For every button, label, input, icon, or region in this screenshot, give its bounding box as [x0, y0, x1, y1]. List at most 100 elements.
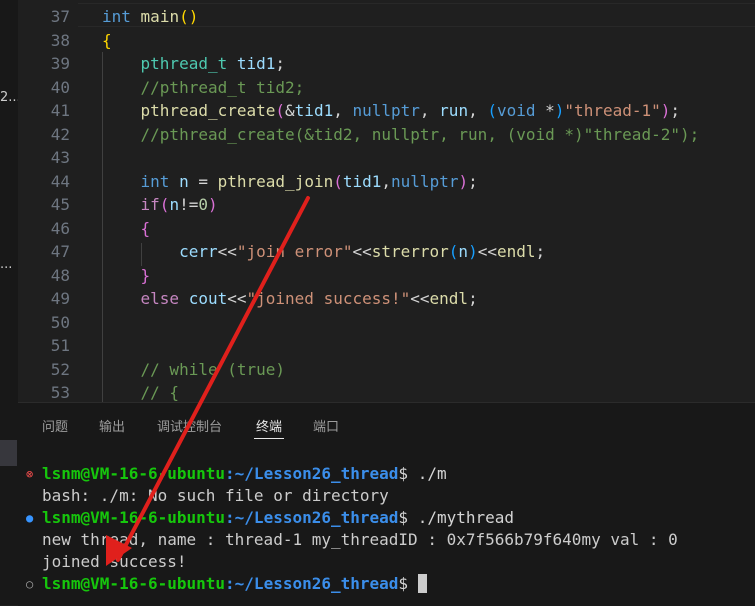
- code-token: ): [554, 101, 565, 120]
- code-line: 39 pthread_t tid1;: [18, 52, 755, 76]
- code-text: //pthread_t tid2;: [102, 76, 305, 100]
- code-token: (): [179, 7, 199, 26]
- code-line: 48 }: [18, 264, 755, 288]
- terminal-output-line: new thread, name : thread-1 my_threadID …: [42, 530, 678, 549]
- code-token: &: [285, 101, 295, 120]
- code-line: 45 if(n!=0): [18, 193, 755, 217]
- code-token: ): [458, 171, 469, 191]
- code-token: cerr: [179, 242, 218, 261]
- line-number: 47: [50, 242, 70, 261]
- code-token: int: [140, 171, 170, 191]
- code-line: 53 // {: [18, 381, 755, 402]
- code-token: ): [468, 242, 478, 261]
- code-token: ,: [333, 101, 353, 120]
- panel-tab[interactable]: 端口: [313, 416, 339, 435]
- code-text: pthread_t tid1;: [102, 52, 286, 76]
- terminal-prompt-line: lsnm@VM-16-6-ubuntu:~/Lesson26_thread$ .…: [42, 507, 514, 529]
- line-number: 46: [50, 218, 70, 238]
- code-token: // {: [140, 383, 180, 402]
- active-tab-indicator: [254, 438, 284, 439]
- code-token: ,: [419, 101, 440, 120]
- panel-tab[interactable]: 输出: [99, 416, 125, 435]
- code-token: (: [487, 101, 497, 120]
- idle-decoration-icon[interactable]: ○: [26, 573, 33, 595]
- code-token: "thread-1": [564, 101, 661, 120]
- success-decoration-icon[interactable]: ●: [26, 507, 33, 529]
- panel-tab[interactable]: 问题: [42, 416, 68, 435]
- line-number: 48: [50, 265, 70, 285]
- code-token: <<: [477, 242, 497, 261]
- code-text: else cout<<"joined success!"<<endl;: [102, 287, 478, 311]
- prompt-command: $ ./m: [398, 464, 447, 483]
- code-line: 51: [18, 334, 755, 358]
- code-line: 37 int main(): [18, 5, 755, 29]
- code-line: 42 //pthread_create(&tid2, nullptr, run,…: [18, 123, 755, 147]
- code-token: cout: [188, 289, 228, 308]
- terminal-prompt-line: lsnm@VM-16-6-ubuntu:~/Lesson26_thread$ .…: [42, 463, 447, 485]
- code-text: int main(): [102, 5, 198, 29]
- line-number: 43: [50, 148, 70, 167]
- code-token: !=: [179, 195, 199, 214]
- prompt-path: :~/Lesson26_thread: [225, 464, 399, 483]
- code-token: nullptr: [352, 101, 420, 120]
- code-token: ;: [535, 242, 546, 261]
- code-token: ;: [468, 289, 478, 308]
- code-line: 52 // while (true): [18, 358, 755, 382]
- code-token: <<: [227, 289, 247, 308]
- code-token: <<: [410, 289, 430, 308]
- code-token: tid1: [294, 101, 334, 120]
- code-token: n: [179, 171, 189, 191]
- code-token: {: [140, 218, 151, 238]
- line-number: 40: [50, 77, 70, 97]
- code-text: {: [102, 29, 112, 53]
- panel-tab[interactable]: 调试控制台: [157, 416, 222, 435]
- code-line: 47 cerr<<"join error"<<strerror(n)<<endl…: [18, 240, 755, 264]
- terminal-output-line: bash: ./m: No such file or directory: [42, 486, 389, 505]
- code-line: 46 {: [18, 217, 755, 241]
- code-text: //pthread_create(&tid2, nullptr, run, (v…: [102, 123, 700, 147]
- code-line: 40 //pthread_t tid2;: [18, 76, 755, 100]
- code-token: tid1: [342, 171, 382, 191]
- prompt-command: $ ./mythread: [398, 508, 515, 527]
- code-token: ;: [468, 171, 478, 191]
- code-token: int: [102, 7, 131, 26]
- panel-tab[interactable]: 终端: [256, 416, 282, 435]
- code-token: "joined success!": [246, 289, 411, 308]
- code-token: ): [207, 195, 218, 214]
- side-bar-strip: 2... ...: [0, 0, 21, 605]
- bottom-panel: 问题 输出 调试控制台 终端 端口 ⊗ lsnm@VM-16-6-ubuntu:~/Les…: [18, 402, 755, 606]
- code-editor[interactable]: 37 int main() 38 {39 pthread_t tid1; 40 //pt…: [18, 0, 755, 402]
- code-text: {: [102, 217, 151, 241]
- code-token: <<: [217, 242, 237, 261]
- prompt-user: lsnm@VM-16-6-ubuntu: [42, 464, 226, 483]
- code-token: n: [458, 242, 469, 261]
- code-token: if: [140, 195, 160, 214]
- terminal-prompt-line: lsnm@VM-16-6-ubuntu:~/Lesson26_thread$: [42, 573, 427, 595]
- prompt-user: lsnm@VM-16-6-ubuntu: [42, 574, 226, 593]
- code-token: *: [535, 101, 555, 120]
- code-token: endl: [429, 289, 469, 308]
- code-line: 41 pthread_create(&tid1, nullptr, run, (…: [18, 99, 755, 123]
- code-token: "join error": [236, 242, 353, 261]
- error-decoration-icon[interactable]: ⊗: [26, 463, 33, 485]
- code-token: n: [169, 195, 180, 214]
- prompt-command: $: [398, 574, 418, 593]
- code-token: }: [140, 265, 151, 285]
- code-token: 0: [198, 195, 208, 214]
- code-token: pthread_join: [217, 171, 334, 191]
- code-token: <<: [352, 242, 372, 261]
- terminal-output-line: joined success!: [42, 552, 187, 571]
- sidebar-fragment: ...: [0, 257, 13, 272]
- line-number: 38: [50, 30, 70, 50]
- code-text: int n = pthread_join(tid1,nullptr);: [102, 170, 478, 194]
